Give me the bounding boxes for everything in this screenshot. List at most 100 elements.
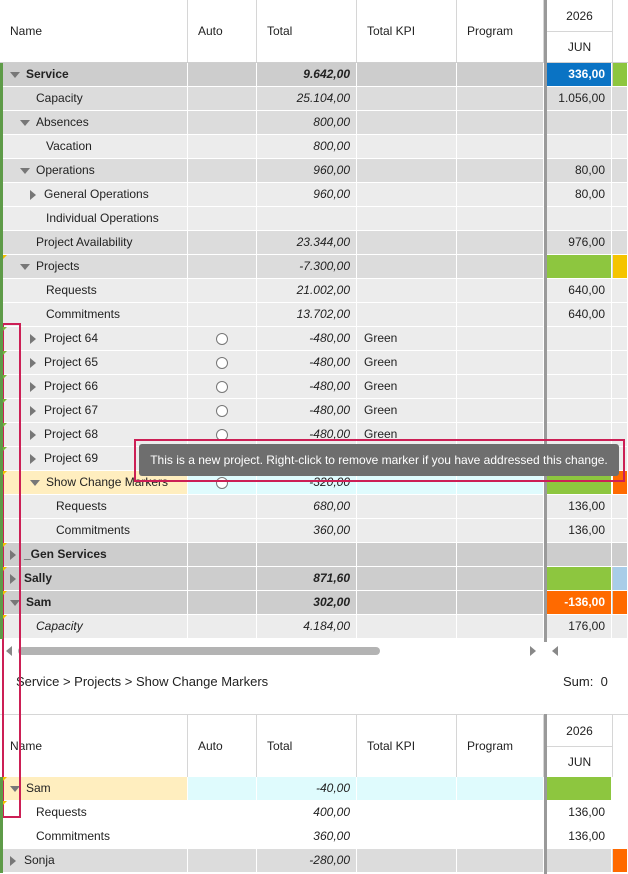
auto-radio-button[interactable] bbox=[216, 332, 228, 345]
cell-jun[interactable]: 640,00 bbox=[547, 303, 612, 326]
cell-kpi[interactable]: Green bbox=[357, 399, 457, 422]
cell-kpi[interactable] bbox=[357, 303, 457, 326]
cell-kpi[interactable] bbox=[357, 567, 457, 590]
cell-program[interactable] bbox=[457, 63, 544, 86]
cell-jul[interactable] bbox=[613, 801, 628, 824]
cell-program[interactable] bbox=[457, 801, 544, 824]
cell-program[interactable] bbox=[457, 375, 544, 398]
cell-jun[interactable] bbox=[547, 375, 612, 398]
cell-kpi[interactable] bbox=[357, 801, 457, 824]
cell-name[interactable]: Sam bbox=[0, 777, 188, 800]
cell-name[interactable]: Operations bbox=[0, 159, 188, 182]
cell-jun[interactable]: 136,00 bbox=[547, 825, 612, 848]
cell-name[interactable]: Absences bbox=[0, 111, 188, 134]
cell-program[interactable] bbox=[457, 351, 544, 374]
auto-radio-button[interactable] bbox=[216, 404, 228, 417]
col-header-name-bottom[interactable]: Name bbox=[0, 715, 188, 777]
cell-total[interactable]: 9.642,00 bbox=[257, 63, 357, 86]
row-b-sonja[interactable]: Sonja -280,00 bbox=[0, 849, 628, 873]
row-projects[interactable]: Projects -7.300,00 bbox=[0, 255, 628, 279]
row-project-67[interactable]: Project 67 -480,00 Green bbox=[0, 399, 628, 423]
cell-kpi[interactable] bbox=[357, 519, 457, 542]
col-header-kpi[interactable]: Total KPI bbox=[357, 0, 457, 62]
breadcrumb[interactable]: Service > Projects > Show Change Markers bbox=[16, 674, 268, 689]
cell-name[interactable]: Project 64 bbox=[0, 327, 188, 350]
cell-name[interactable]: Project Availability bbox=[0, 231, 188, 254]
cell-jun[interactable]: 136,00 bbox=[547, 519, 612, 542]
cell-total[interactable]: -480,00 bbox=[257, 375, 357, 398]
row-individual-operations[interactable]: Individual Operations bbox=[0, 207, 628, 231]
cell-jul[interactable] bbox=[613, 231, 628, 254]
cell-total[interactable] bbox=[257, 207, 357, 230]
row-b-sam[interactable]: Sam -40,00 bbox=[0, 777, 628, 801]
cell-name[interactable]: Commitments bbox=[0, 303, 188, 326]
cell-jun[interactable] bbox=[547, 255, 612, 278]
cell-jul[interactable] bbox=[613, 111, 628, 134]
cell-name[interactable]: Capacity bbox=[0, 87, 188, 110]
cell-jun[interactable] bbox=[547, 543, 612, 566]
cell-jul[interactable] bbox=[613, 543, 628, 566]
cell-jun[interactable] bbox=[547, 135, 612, 158]
collapse-chevron-icon[interactable] bbox=[30, 479, 40, 486]
cell-jun[interactable] bbox=[547, 777, 612, 800]
cell-name[interactable]: Individual Operations bbox=[0, 207, 188, 230]
cell-kpi[interactable] bbox=[357, 111, 457, 134]
cell-total[interactable]: 21.002,00 bbox=[257, 279, 357, 302]
cell-program[interactable] bbox=[457, 567, 544, 590]
cell-jun[interactable]: 80,00 bbox=[547, 159, 612, 182]
cell-total[interactable]: 4.184,00 bbox=[257, 615, 357, 638]
cell-program[interactable] bbox=[457, 303, 544, 326]
cell-total[interactable]: 680,00 bbox=[257, 495, 357, 518]
col-header-total-bottom[interactable]: Total bbox=[257, 715, 357, 777]
frozen-column-splitter[interactable] bbox=[544, 0, 547, 658]
expand-chevron-icon[interactable] bbox=[30, 381, 36, 392]
cell-jul[interactable] bbox=[613, 777, 628, 800]
cell-jul[interactable] bbox=[613, 87, 628, 110]
cell-kpi[interactable] bbox=[357, 183, 457, 206]
col-header-total[interactable]: Total bbox=[257, 0, 357, 62]
cell-total[interactable]: 302,00 bbox=[257, 591, 357, 614]
cell-program[interactable] bbox=[457, 543, 544, 566]
row-operations[interactable]: Operations 960,00 80,00 bbox=[0, 159, 628, 183]
cell-total[interactable]: -40,00 bbox=[257, 777, 357, 800]
cell-jun[interactable] bbox=[547, 327, 612, 350]
cell-jul[interactable] bbox=[613, 255, 628, 278]
cell-auto[interactable] bbox=[188, 279, 257, 302]
cell-kpi[interactable]: Green bbox=[357, 327, 457, 350]
expand-chevron-icon[interactable] bbox=[30, 189, 36, 200]
cell-jul[interactable] bbox=[613, 351, 628, 374]
auto-radio-button[interactable] bbox=[216, 380, 228, 393]
cell-auto[interactable] bbox=[188, 825, 257, 848]
horizontal-scrollbar[interactable] bbox=[0, 642, 628, 658]
cell-total[interactable]: -480,00 bbox=[257, 399, 357, 422]
cell-jun[interactable]: 976,00 bbox=[547, 231, 612, 254]
cell-total[interactable]: 23.344,00 bbox=[257, 231, 357, 254]
cell-kpi[interactable] bbox=[357, 279, 457, 302]
cell-jun[interactable]: 176,00 bbox=[547, 615, 612, 638]
col-header-auto[interactable]: Auto bbox=[188, 0, 257, 62]
cell-jul[interactable] bbox=[613, 849, 628, 872]
cell-total[interactable]: -280,00 bbox=[257, 849, 357, 872]
row-scm-requests[interactable]: Requests 680,00 136,00 bbox=[0, 495, 628, 519]
cell-auto[interactable] bbox=[188, 399, 257, 422]
cell-auto[interactable] bbox=[188, 351, 257, 374]
cell-program[interactable] bbox=[457, 615, 544, 638]
cell-name[interactable]: Sonja bbox=[0, 849, 188, 872]
cell-name[interactable]: Requests bbox=[0, 279, 188, 302]
cell-kpi[interactable] bbox=[357, 777, 457, 800]
cell-name[interactable]: Project 67 bbox=[0, 399, 188, 422]
cell-kpi[interactable] bbox=[357, 255, 457, 278]
cell-jul[interactable] bbox=[613, 327, 628, 350]
cell-name[interactable]: Project 65 bbox=[0, 351, 188, 374]
row-sally[interactable]: Sally 871,60 bbox=[0, 567, 628, 591]
cell-jun[interactable]: 136,00 bbox=[547, 801, 612, 824]
cell-program[interactable] bbox=[457, 255, 544, 278]
row-absences[interactable]: Absences 800,00 bbox=[0, 111, 628, 135]
scroll-right-icon[interactable] bbox=[530, 646, 536, 656]
cell-jun[interactable] bbox=[547, 207, 612, 230]
cell-program[interactable] bbox=[457, 777, 544, 800]
cell-total[interactable]: 360,00 bbox=[257, 825, 357, 848]
cell-kpi[interactable] bbox=[357, 591, 457, 614]
cell-auto[interactable] bbox=[188, 255, 257, 278]
cell-program[interactable] bbox=[457, 495, 544, 518]
